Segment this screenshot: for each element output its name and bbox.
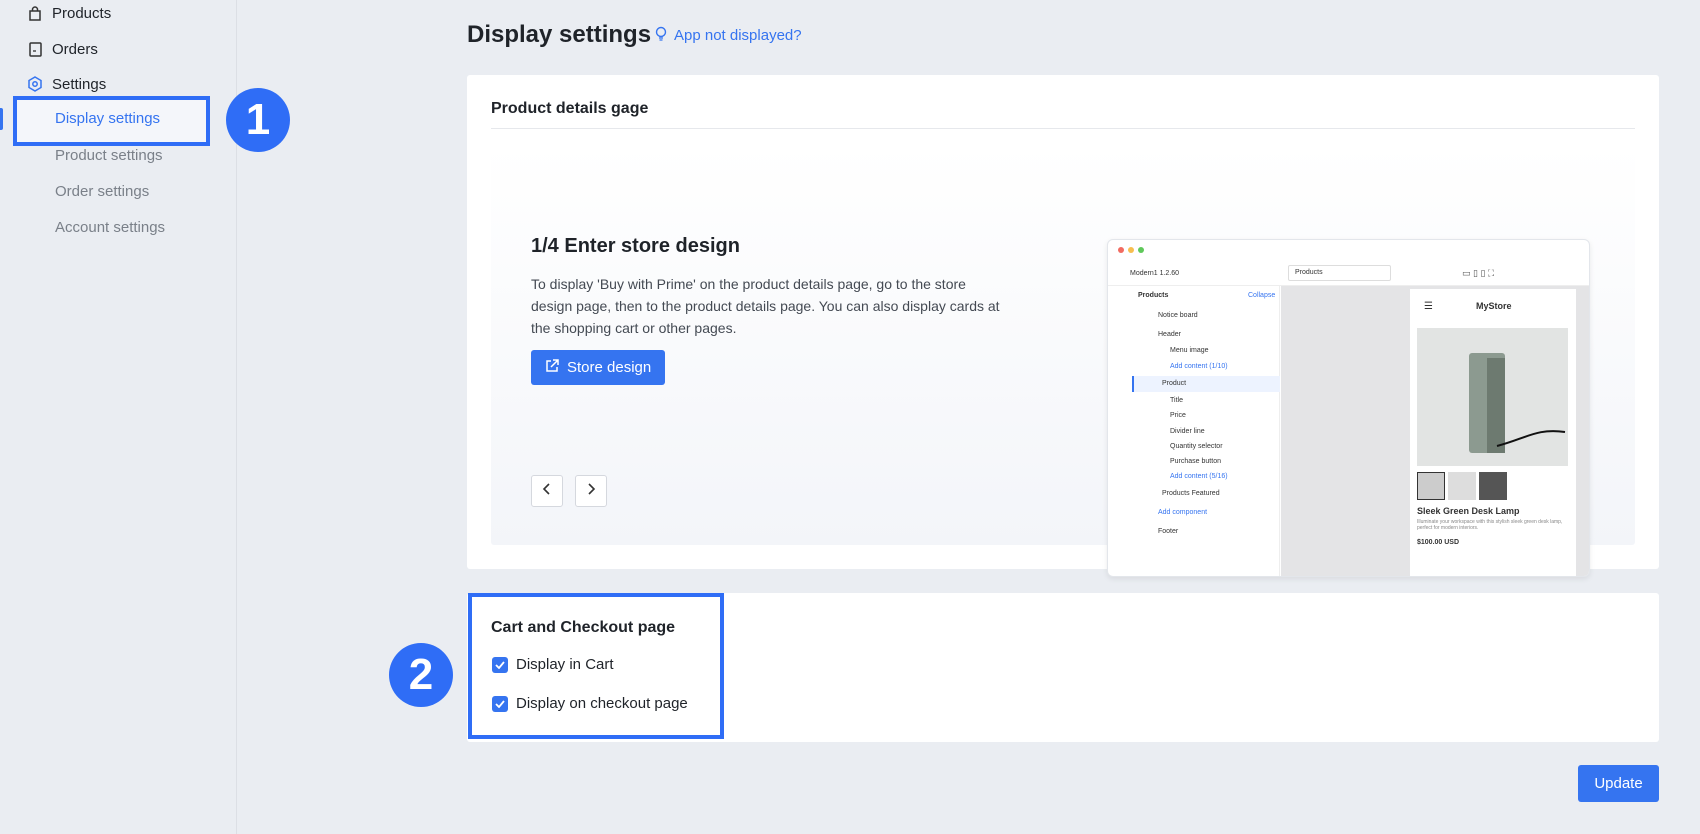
tree-item: Title (1170, 397, 1183, 404)
chevron-left-icon (542, 482, 552, 500)
window-controls (1118, 247, 1144, 253)
checkbox-label: Display on checkout page (516, 695, 688, 712)
device-icons: ▭ ▯ ▯ ⛶ (1462, 268, 1495, 278)
card-title: Product details gage (491, 100, 649, 117)
update-button[interactable]: Update (1578, 765, 1659, 802)
next-slide-button[interactable] (575, 475, 607, 507)
tree-item: Divider line (1170, 428, 1205, 435)
card-title: Cart and Checkout page (491, 619, 676, 636)
thumbnail (1448, 472, 1476, 500)
sidebar-item-label: Settings (52, 75, 107, 93)
page-title: Display settings (467, 21, 652, 48)
tree-item: Notice board (1158, 312, 1198, 319)
step-title: 1/4 Enter store design (531, 235, 740, 257)
external-link-icon (545, 358, 559, 377)
store-design-button[interactable]: Store design (531, 350, 666, 385)
theme-name: Modern1 1.2.60 (1130, 270, 1180, 277)
chevron-right-icon (586, 482, 596, 500)
tree-item: Quantity selector (1170, 443, 1223, 450)
tree-item: Product (1162, 380, 1187, 387)
display-in-cart-checkbox[interactable]: Display in Cart (492, 656, 614, 673)
thumbnail (1417, 472, 1445, 500)
step-badge-2: 2 (389, 643, 453, 707)
sidebar-item-label: Products (52, 4, 112, 22)
store-preview: ☰ MyStore Sleek Green Desk Lamp Illumina… (1410, 289, 1576, 576)
active-indicator (0, 108, 3, 130)
preview-toolbar: Modern1 1.2.60 Products ▭ ▯ ▯ ⛶ (1108, 262, 1589, 286)
checkmark-icon (492, 656, 508, 673)
tree-item: Add component (1158, 509, 1208, 516)
prev-slide-button[interactable] (531, 475, 563, 507)
checkmark-icon (492, 695, 508, 712)
product-image (1417, 328, 1568, 466)
tree-item: Price (1170, 412, 1186, 419)
help-link-label: App not displayed? (674, 27, 802, 44)
sidebar-item-label: Orders (52, 40, 98, 58)
store-design-preview: Modern1 1.2.60 Products ▭ ▯ ▯ ⛶ Products… (1107, 239, 1590, 577)
tree-item: Purchase button (1170, 458, 1221, 465)
collapse-link: Collapse (1248, 292, 1276, 299)
sidebar-subitem-account-settings[interactable]: Account settings (55, 219, 165, 236)
tree-panel-title: Products (1138, 292, 1169, 299)
tree-item: Products Featured (1162, 490, 1220, 497)
page-select: Products (1288, 265, 1391, 281)
store-design-label: Store design (567, 359, 652, 376)
product-name: Sleek Green Desk Lamp (1417, 506, 1520, 516)
tree-item: Add content (5/16) (1170, 473, 1228, 480)
tree-selected-bg (1132, 376, 1280, 392)
preview-tree-panel: Products Collapse Notice board Header Me… (1108, 286, 1280, 576)
tree-item: Header (1158, 331, 1181, 338)
menu-icon: ☰ (1424, 301, 1433, 312)
step-description: To display 'Buy with Prime' on the produ… (531, 276, 1000, 336)
display-on-checkout-checkbox[interactable]: Display on checkout page (492, 695, 688, 712)
settings-icon (27, 76, 43, 92)
sidebar-subitem-display-settings[interactable]: Display settings (55, 110, 160, 127)
tree-item: Footer (1158, 528, 1179, 535)
bag-icon (27, 5, 43, 21)
preview-canvas: ☰ MyStore Sleek Green Desk Lamp Illumina… (1281, 286, 1589, 576)
step-badge-1: 1 (226, 88, 290, 152)
sidebar-subitem-product-settings[interactable]: Product settings (55, 147, 163, 164)
lightbulb-icon (654, 26, 668, 45)
app-not-displayed-link[interactable]: App not displayed? (654, 26, 802, 45)
receipt-icon (27, 41, 43, 57)
guide-slide: 1/4 Enter store design To display 'Buy w… (491, 145, 1635, 577)
product-desc: Illuminate your workspace with this styl… (1417, 519, 1563, 531)
divider (491, 128, 1635, 129)
store-name: MyStore (1476, 301, 1512, 311)
tree-item: Add content (1/10) (1170, 363, 1228, 370)
product-details-card: Product details gage 1/4 Enter store des… (467, 75, 1659, 577)
sidebar-subitem-order-settings[interactable]: Order settings (55, 183, 149, 200)
checkbox-label: Display in Cart (516, 656, 614, 673)
product-price: $100.00 USD (1417, 539, 1460, 546)
thumbnail (1479, 472, 1507, 500)
sidebar: Products Orders Settings Display setting… (0, 0, 237, 834)
tree-item: Menu image (1170, 347, 1209, 354)
